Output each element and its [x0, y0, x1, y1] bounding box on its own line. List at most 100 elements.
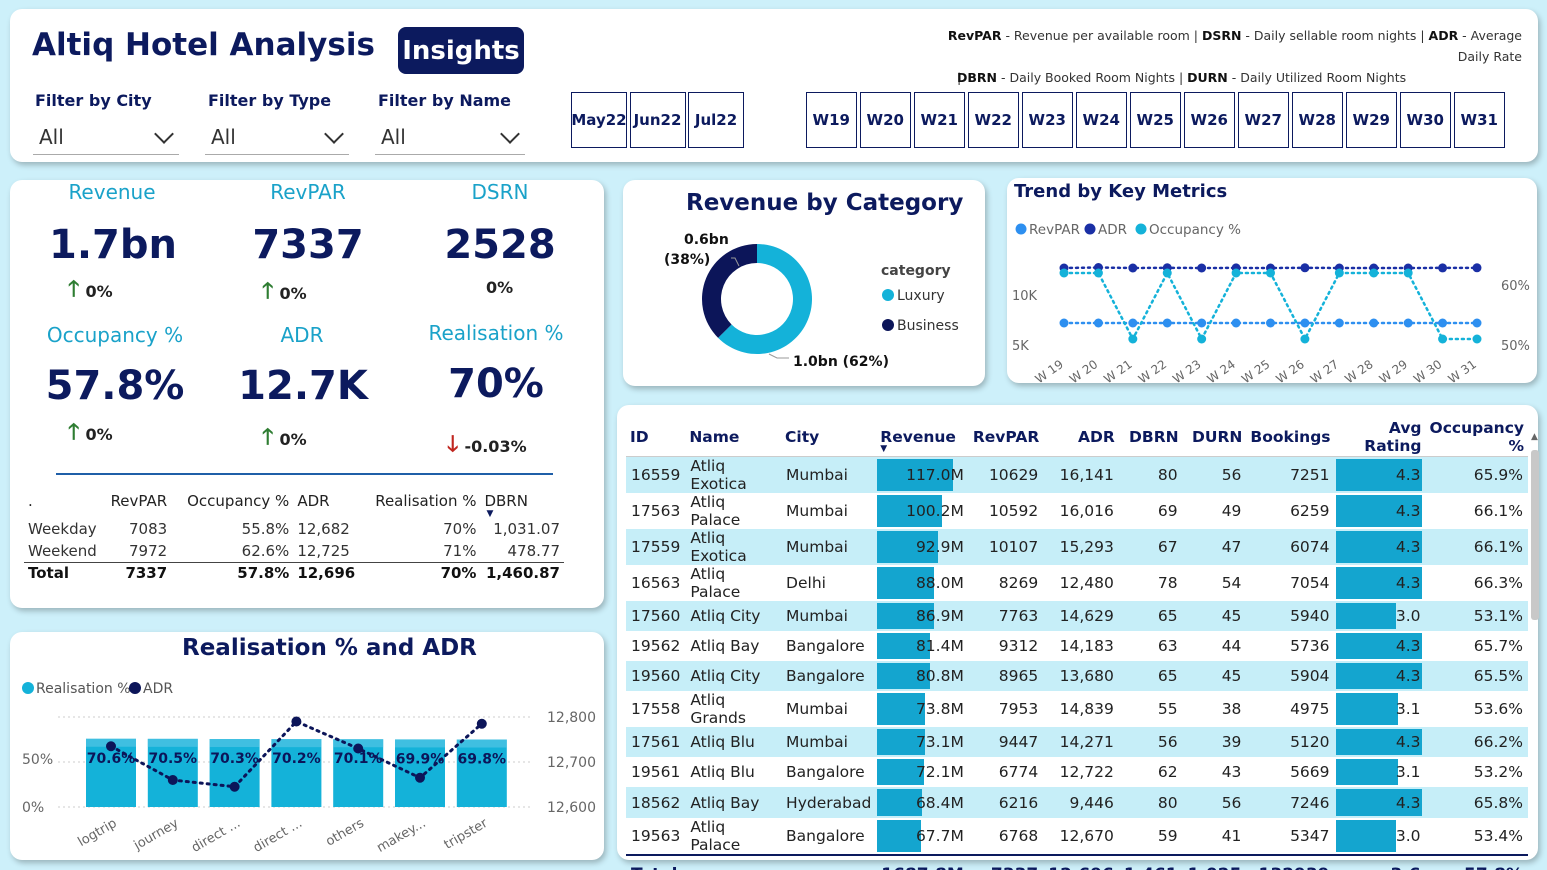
- table-row[interactable]: 19561 Atliq Blu Bangalore 72.1M 6774 12,722 62…: [626, 757, 1528, 787]
- week-slicer-button[interactable]: W 29: [1346, 92, 1397, 148]
- col-header-city[interactable]: City: [781, 418, 877, 457]
- table-cell: 14,271: [1043, 727, 1119, 758]
- week-slicer-button[interactable]: W 21: [914, 92, 965, 148]
- chevron-down-icon: [154, 124, 174, 144]
- col-header-rating[interactable]: Avg Rating: [1334, 418, 1426, 457]
- data-point: [1472, 263, 1482, 273]
- week-slicer-button[interactable]: W 22: [968, 92, 1019, 148]
- week-slicer-button[interactable]: W 23: [1022, 92, 1073, 148]
- filter-name-value: All: [381, 124, 406, 149]
- total-cell: Total: [626, 853, 686, 870]
- week-slicer-button[interactable]: W 30: [1400, 92, 1451, 148]
- table-row[interactable]: 19560 Atliq City Bangalore 80.8M 8965 13,680 6…: [626, 660, 1528, 692]
- table-cell: 16,141: [1043, 456, 1119, 493]
- arrow-up-icon: 🡑: [68, 420, 80, 445]
- col-header-bookings[interactable]: Bookings: [1246, 418, 1335, 457]
- table-row[interactable]: 17559 Atliq Exotica Mumbai 92.9M 10107 15,293…: [626, 528, 1528, 565]
- table-row[interactable]: 19562 Atliq Bay Bangalore 81.4M 9312 14,183 63…: [626, 631, 1528, 661]
- scroll-up-icon[interactable]: ▲: [1531, 432, 1538, 442]
- table-cell: Bangalore: [786, 826, 865, 845]
- filter-city-dropdown[interactable]: All: [33, 119, 179, 155]
- rating-cell: 4.3: [1334, 528, 1426, 565]
- x-tick: W 23: [1170, 357, 1203, 383]
- total-cell: 1,461: [1118, 853, 1183, 870]
- table-row[interactable]: 16559 Atliq Exotica Mumbai 117.0M 10629 16,14…: [626, 456, 1528, 493]
- col-header-name[interactable]: Name: [685, 418, 782, 457]
- table-cell: Atliq Palace: [690, 817, 741, 854]
- col-header-revenue[interactable]: Revenue ▼: [876, 418, 969, 457]
- legend-dot: [1084, 223, 1096, 235]
- table-cell: Atliq City: [685, 600, 782, 631]
- kpi-revpar-label: RevPAR: [270, 180, 346, 204]
- col-header-revpar[interactable]: RevPAR: [968, 418, 1044, 457]
- table-cell: 8269: [998, 573, 1039, 592]
- col-header-occupancy[interactable]: Occupancy %: [1425, 418, 1528, 457]
- table-row[interactable]: 19563 Atliq Palace Bangalore 67.7M 6768 12,67…: [626, 818, 1528, 855]
- total-cell: 57.8%: [1425, 853, 1528, 870]
- table-cell: 66.2%: [1425, 727, 1528, 758]
- donut-label-business-pct: (38%): [664, 252, 710, 268]
- week-slicer-button[interactable]: W 26: [1184, 92, 1235, 148]
- table-cell: 80: [1118, 787, 1183, 818]
- table-cell: 10629: [968, 456, 1044, 493]
- rating-cell: 3.0: [1334, 600, 1426, 631]
- kpi-occupancy-value: 57.8%: [45, 363, 185, 409]
- revenue-cell: 67.7M: [876, 818, 969, 855]
- month-slicer-button[interactable]: Jul 22: [688, 92, 744, 148]
- table-cell: Atliq Palace: [690, 564, 741, 601]
- y-tick-right: 60%: [1501, 279, 1530, 294]
- arrow-up-icon: 🡑: [262, 279, 274, 304]
- week-slicer-button[interactable]: W 19: [806, 92, 857, 148]
- col-header-dbrn[interactable]: DBRN: [1118, 418, 1183, 457]
- week-slicer-button[interactable]: W 25: [1130, 92, 1181, 148]
- x-tick: W 28: [1342, 357, 1375, 383]
- week-slicer-button[interactable]: W 20: [860, 92, 911, 148]
- table-cell: 45: [1182, 600, 1247, 631]
- table-row[interactable]: 17561 Atliq Blu Mumbai 73.1M 9447 14,271 56 39 5…: [626, 727, 1528, 758]
- table-cell: 5904: [1246, 660, 1335, 692]
- week-slicer-button[interactable]: W 31: [1454, 92, 1505, 148]
- x-tick: W 24: [1205, 357, 1238, 383]
- table-cell: 13,680: [1043, 660, 1119, 692]
- bar: [456, 739, 507, 807]
- week-slicer-button[interactable]: W 28: [1292, 92, 1343, 148]
- table-header[interactable]: .: [24, 484, 105, 518]
- filter-type-label: Filter by Type: [208, 91, 332, 110]
- table-cell: Mumbai: [786, 501, 848, 520]
- table-header[interactable]: Occupancy %: [171, 484, 293, 518]
- week-slicer-button[interactable]: W 27: [1238, 92, 1289, 148]
- table-cell: 6768: [998, 826, 1039, 845]
- table-header[interactable]: DBRN ▼: [480, 484, 564, 519]
- table-scrollbar[interactable]: [1531, 450, 1539, 620]
- table-cell: 39: [1182, 727, 1247, 758]
- rating-cell: 4.3: [1335, 493, 1426, 529]
- x-tick: direct ...: [251, 816, 305, 856]
- col-header-adr[interactable]: ADR: [1043, 418, 1119, 457]
- table-row[interactable]: 17560 Atliq City Mumbai 86.9M 7763 14,629 65 45…: [626, 600, 1528, 631]
- table-row[interactable]: 17563 Atliq Palace Mumbai 100.2M 10592 16,016…: [626, 493, 1528, 529]
- week-slicer-button[interactable]: W 24: [1076, 92, 1127, 148]
- table-cell: Atliq Grands: [690, 691, 746, 728]
- legend-dot: [129, 682, 141, 694]
- table-cell: Atliq Exotica: [685, 456, 782, 493]
- month-slicer-button[interactable]: May 22: [571, 92, 627, 148]
- table-row[interactable]: 17558 Atliq Grands Mumbai 73.8M 7953 14,839 55…: [626, 691, 1528, 727]
- kpi-realisation-label: Realisation %: [428, 321, 564, 345]
- filter-name-label: Filter by Name: [378, 91, 512, 110]
- filter-name-dropdown[interactable]: All: [375, 119, 525, 155]
- filter-type-dropdown[interactable]: All: [205, 119, 349, 155]
- col-header-durn[interactable]: DURN: [1182, 418, 1247, 457]
- table-row[interactable]: 16563 Atliq Palace Delhi 88.0M 8269 12,480 78 5…: [626, 565, 1528, 601]
- table-row[interactable]: 18562 Atliq Bay Hyderabad 68.4M 6216 9,446 80 5…: [626, 787, 1528, 818]
- col-header-id[interactable]: ID: [626, 418, 686, 457]
- table-cell: 10592: [988, 501, 1039, 520]
- table-cell: 59: [1157, 826, 1178, 845]
- table-header[interactable]: Realisation %: [360, 484, 480, 518]
- y-tick-right: 50%: [1501, 339, 1530, 354]
- table-header[interactable]: ADR: [293, 484, 360, 518]
- table-cell: 56: [1182, 456, 1247, 493]
- month-slicer-button[interactable]: Jun 22: [629, 92, 686, 148]
- table-cell: Mumbai: [781, 600, 877, 631]
- insights-button[interactable]: Insights: [398, 27, 524, 74]
- table-header[interactable]: RevPAR: [105, 484, 171, 518]
